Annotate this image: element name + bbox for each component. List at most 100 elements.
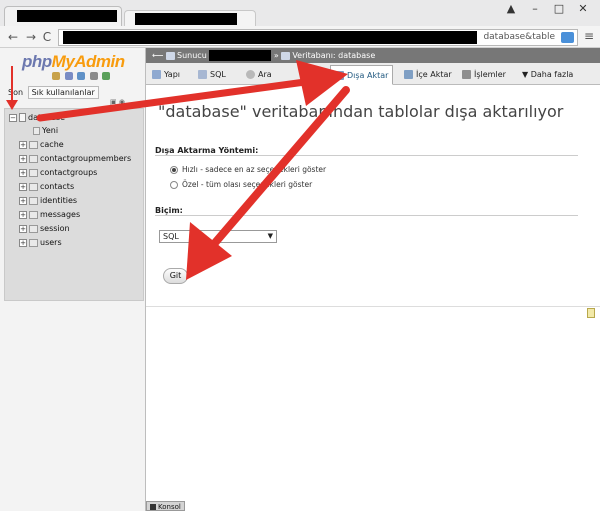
logo-icon-row — [52, 72, 112, 82]
redacted-url — [63, 31, 477, 44]
minimize-icon[interactable]: – — [528, 2, 542, 16]
import-icon — [404, 70, 413, 79]
search-icon — [246, 70, 255, 79]
tab-more[interactable]: ▼ Daha fazla — [518, 65, 577, 85]
tree-database-label: database — [28, 113, 66, 122]
table-icon — [29, 196, 38, 205]
table-icon — [29, 238, 38, 247]
main-tabs: Yapı SQL Ara Dışa Aktar İçe Aktar İşleml… — [146, 63, 600, 85]
export-icon — [335, 71, 344, 80]
breadcrumb-server[interactable]: Sunucu — [177, 51, 207, 60]
page-title: "database" veritabanından tablolar dışa … — [158, 102, 564, 121]
help-icon[interactable] — [77, 72, 86, 80]
expand-icon[interactable]: + — [19, 140, 27, 149]
tree-table[interactable]: + identities — [19, 195, 77, 207]
tree-table[interactable]: + users — [19, 237, 62, 249]
breadcrumb-db-name[interactable]: database — [338, 51, 375, 60]
breadcrumb-db-prefix: Veritabanı: — [292, 51, 336, 60]
collapse-icon[interactable]: − — [9, 113, 17, 122]
chevron-down-icon: ▼ — [267, 232, 273, 240]
go-button[interactable]: Git — [163, 268, 188, 284]
collapse-icons[interactable]: ▣ ◉ — [110, 98, 125, 106]
browser-tab-active[interactable] — [4, 6, 122, 26]
server-icon — [166, 51, 176, 60]
chevron-down-icon: ▼ — [522, 70, 531, 79]
tab-import[interactable]: İçe Aktar — [400, 65, 456, 85]
phpmyadmin-logo[interactable]: phpMyAdmin — [22, 52, 125, 72]
radio-button[interactable] — [170, 181, 178, 189]
logout-icon[interactable] — [64, 72, 73, 80]
expand-icon[interactable]: + — [19, 154, 27, 163]
docs-icon[interactable] — [89, 72, 98, 80]
favorites-tab[interactable]: Sık kullanılanlar — [27, 86, 99, 99]
radio-custom[interactable]: Özel - tüm olası seçenekleri göster — [170, 180, 312, 189]
table-icon — [29, 224, 38, 233]
expand-icon[interactable]: + — [19, 168, 27, 177]
structure-icon — [152, 70, 161, 79]
wrench-icon — [462, 70, 471, 79]
tree-table[interactable]: + contacts — [19, 181, 74, 193]
tree-table[interactable]: + cache — [19, 139, 64, 151]
expand-icon[interactable]: + — [19, 210, 27, 219]
format-select[interactable]: SQL ▼ — [159, 230, 277, 243]
tree-new-label: Yeni — [42, 126, 59, 135]
tree-table[interactable]: + contactgroups — [19, 167, 97, 179]
database-icon — [281, 51, 291, 60]
console-toggle[interactable]: Konsol — [146, 501, 185, 511]
content-divider — [146, 306, 600, 307]
new-icon — [33, 126, 40, 135]
breadcrumb: ⟵ Sunucu » Veritabanı: database — [146, 48, 600, 63]
expand-icon[interactable]: + — [19, 224, 27, 233]
browser-toolbar: ← → C database&table ≡ — [0, 26, 600, 48]
close-icon[interactable]: ✕ — [576, 2, 590, 16]
camera-icon[interactable] — [561, 32, 574, 43]
logo-myadmin-text: MyAdmin — [51, 52, 126, 71]
menu-icon[interactable]: ≡ — [584, 29, 594, 43]
home-icon[interactable] — [52, 72, 60, 80]
tree-table[interactable]: + contactgroupmembers — [19, 153, 131, 165]
tree-database[interactable]: − database — [9, 112, 65, 124]
table-icon — [29, 154, 38, 163]
radio-quick[interactable]: Hızlı - sadece en az seçenekleri göster — [170, 165, 326, 174]
profile-icon[interactable]: ▲ — [504, 2, 518, 16]
expand-icon[interactable]: + — [19, 182, 27, 191]
divider — [155, 215, 578, 216]
divider — [155, 155, 578, 156]
tree-new[interactable]: Yeni — [33, 125, 58, 137]
reload-nav-icon[interactable] — [102, 72, 111, 80]
table-icon — [29, 140, 38, 149]
browser-tab-second[interactable] — [124, 10, 256, 26]
radio-button-checked[interactable] — [170, 166, 178, 174]
address-bar[interactable]: database&table — [58, 29, 578, 46]
table-icon — [29, 182, 38, 191]
tab-search[interactable]: Ara — [242, 65, 276, 85]
navigation-panel: phpMyAdmin Son Sık kullanılanlar ▣ ◉ − da… — [0, 48, 146, 511]
recent-favorites: Son Sık kullanılanlar — [8, 86, 99, 99]
tree-table[interactable]: + session — [19, 223, 70, 235]
maximize-icon[interactable]: □ — [552, 2, 566, 16]
reload-icon[interactable]: C — [40, 30, 54, 44]
table-icon — [29, 168, 38, 177]
tab-operations[interactable]: İşlemler — [458, 65, 510, 85]
logo-php-text: php — [22, 52, 52, 71]
tree-table[interactable]: + messages — [19, 209, 80, 221]
format-label: Biçim: — [155, 206, 183, 215]
console-icon — [150, 504, 156, 510]
database-tree: − database Yeni + cache + contactgroupmembe… — [4, 108, 144, 301]
database-icon — [19, 113, 26, 122]
page-settings-icon[interactable] — [587, 308, 595, 318]
browser-tab-bar: ▲ – □ ✕ — [0, 0, 600, 26]
url-text: database&table — [483, 32, 555, 42]
redacted-server-name — [209, 50, 272, 61]
recent-tab[interactable]: Son — [8, 88, 23, 97]
format-select-value: SQL — [163, 232, 179, 241]
back-icon[interactable]: ← — [6, 30, 20, 44]
expand-icon[interactable]: + — [19, 196, 27, 205]
tab-export[interactable]: Dışa Aktar — [330, 65, 394, 85]
tab-sql[interactable]: SQL — [194, 65, 230, 85]
forward-icon[interactable]: → — [24, 30, 38, 44]
expand-icon[interactable]: + — [19, 238, 27, 247]
redacted-tab-title — [17, 10, 117, 22]
collapse-nav-icon[interactable]: ⟵ — [152, 51, 166, 60]
tab-structure[interactable]: Yapı — [148, 65, 184, 85]
